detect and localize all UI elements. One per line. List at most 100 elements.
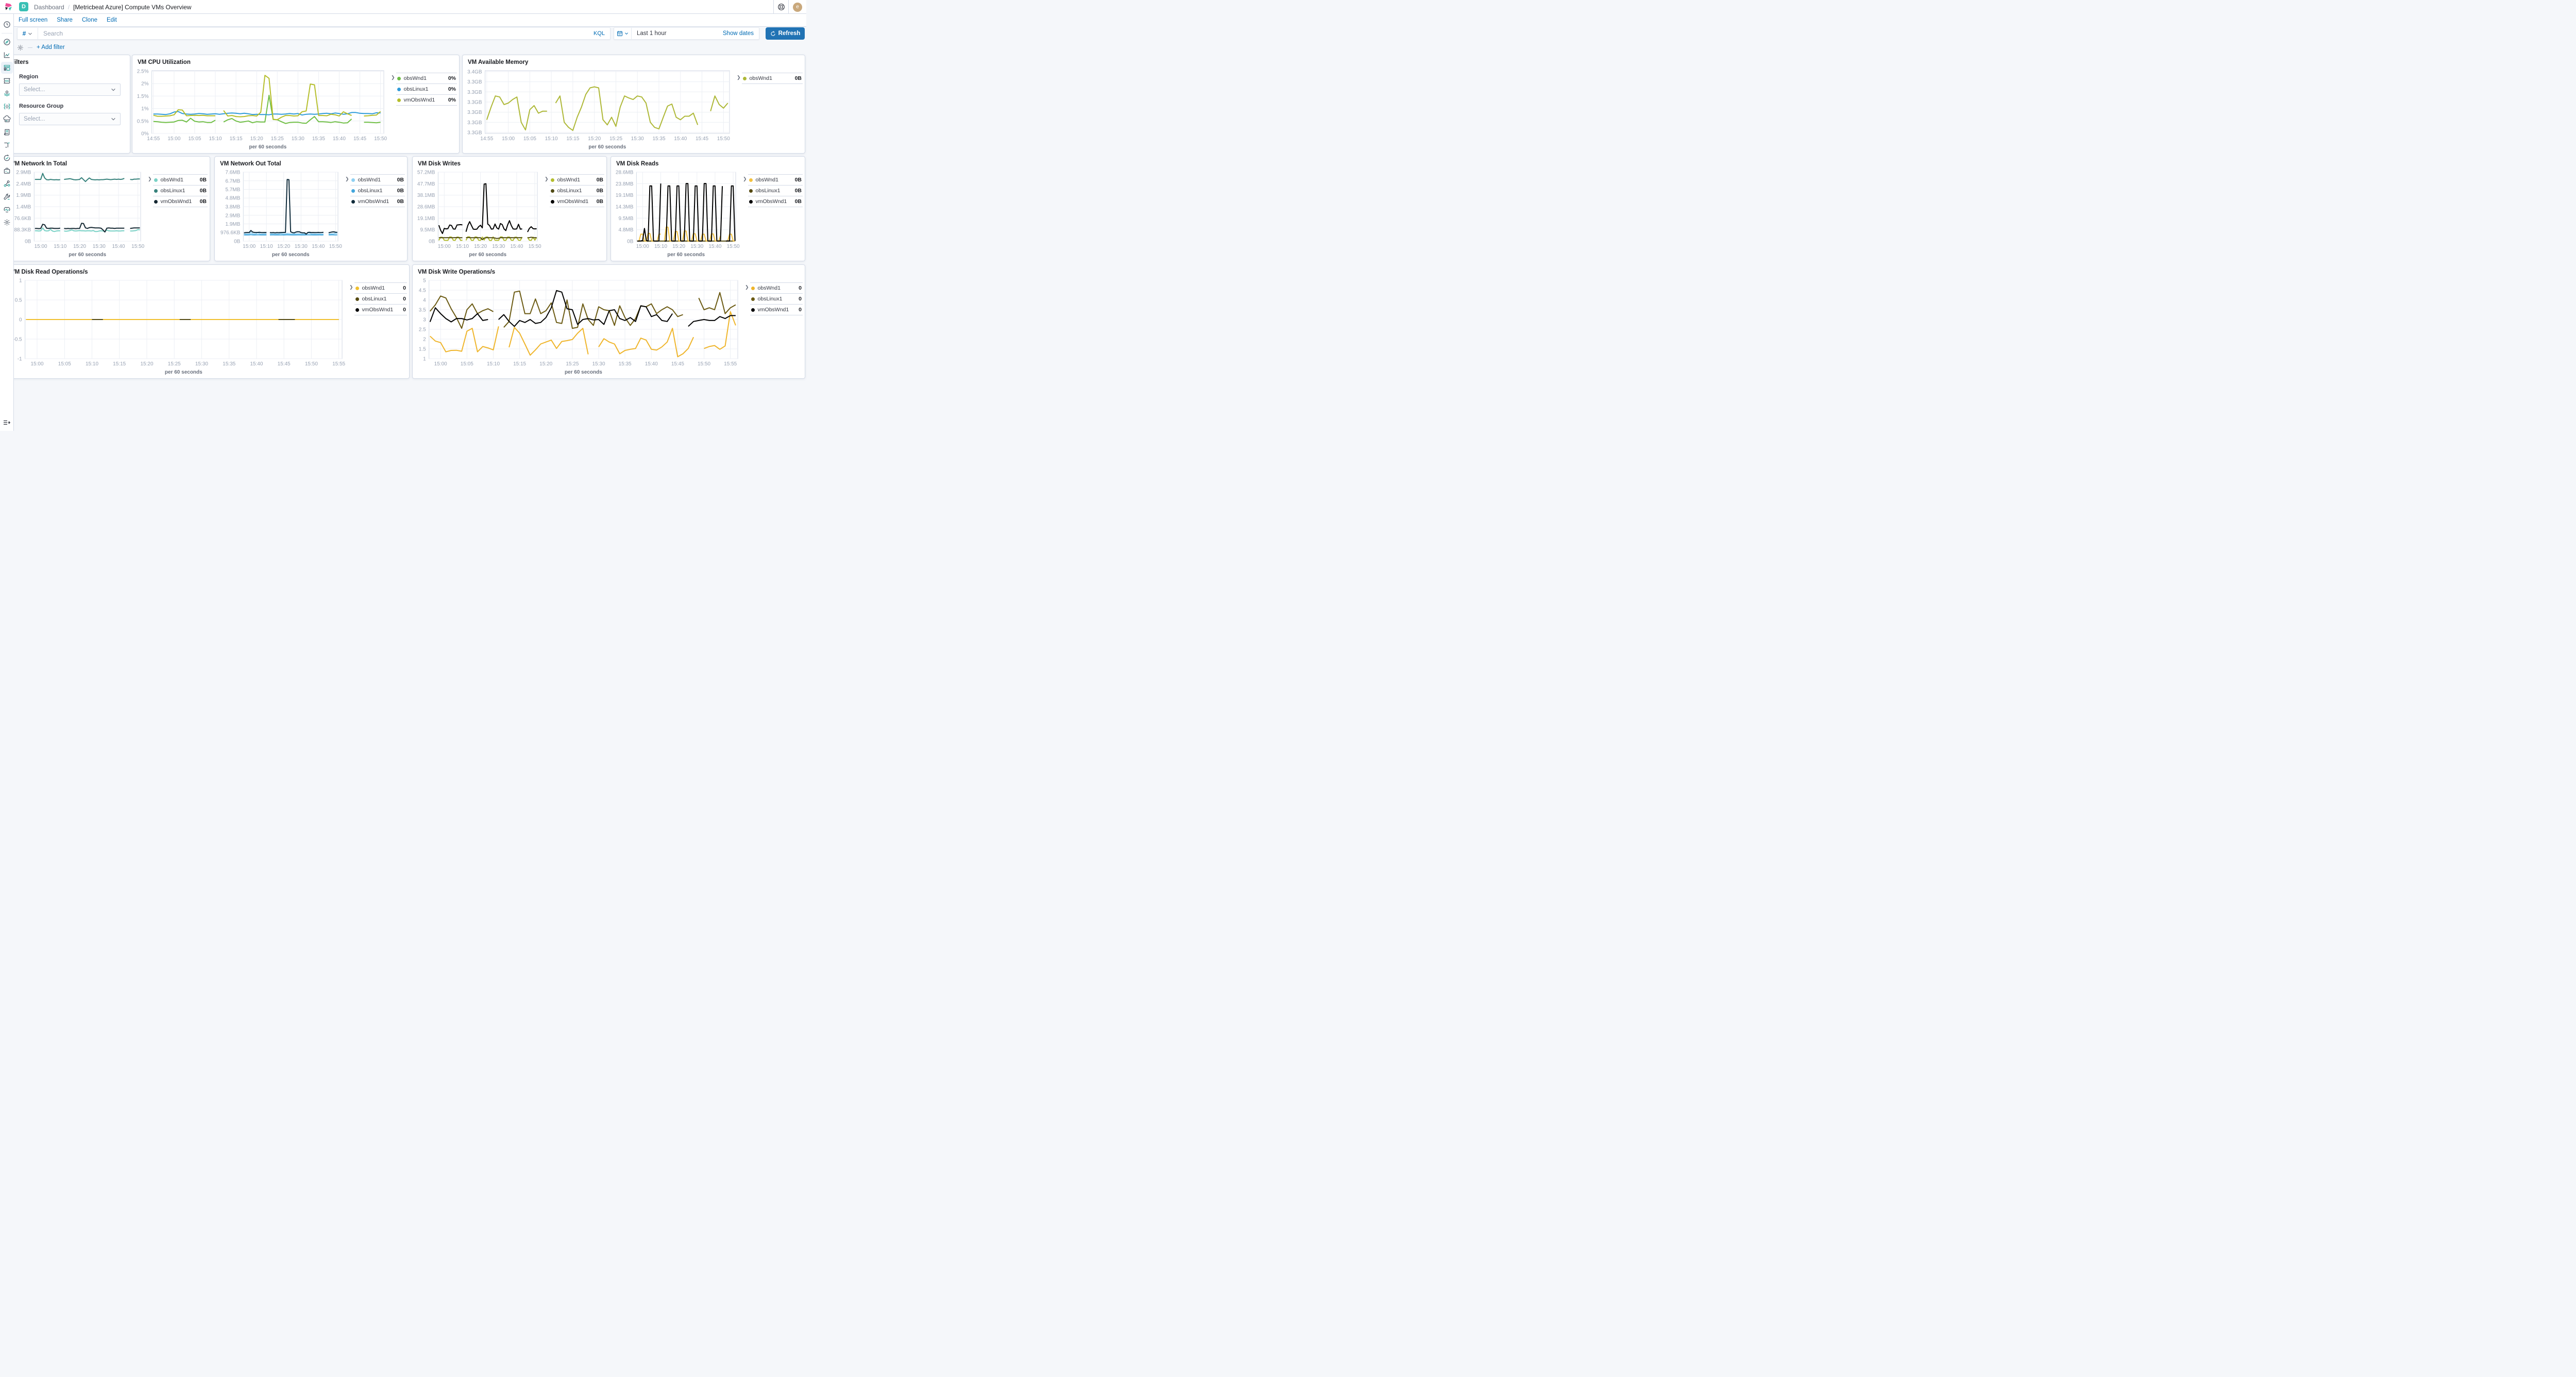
legend-toggle-icon[interactable]: ❯ xyxy=(391,73,396,80)
help-button[interactable] xyxy=(773,0,789,14)
filter-field-region: RegionSelect... xyxy=(19,74,121,96)
legend-toggle-icon[interactable]: ❯ xyxy=(148,174,153,182)
canvas-icon xyxy=(3,77,11,85)
legend-item[interactable]: obsLinux10B xyxy=(153,185,208,196)
legend-toggle-icon[interactable]: ❯ xyxy=(349,282,354,290)
legend-toggle-icon[interactable]: ❯ xyxy=(545,174,550,182)
chart-plot-area[interactable]: 15:0015:1015:2015:3015:4015:500B9.5MB19.… xyxy=(414,168,545,259)
series-name: vmObsWnd1 xyxy=(161,198,192,205)
legend-item[interactable]: obsLinux10 xyxy=(354,293,407,304)
chart-plot-area[interactable]: 14:5515:0015:0515:1015:1515:2015:2515:30… xyxy=(464,66,737,151)
chart-plot-area[interactable]: 14:5515:0015:0515:1015:1515:2015:2515:30… xyxy=(133,66,391,151)
series-color-dot xyxy=(355,308,359,312)
expand-menu-icon[interactable] xyxy=(3,418,11,427)
panel-vm-disk-writes: VM Disk Writes 15:0015:1015:2015:3015:40… xyxy=(412,156,607,261)
legend-item[interactable]: obsWnd10% xyxy=(396,73,457,83)
legend-item[interactable]: obsWnd10B xyxy=(748,174,803,185)
sidebar-item-uptime[interactable] xyxy=(1,152,13,164)
legend-toggle-icon[interactable]: ❯ xyxy=(737,73,742,80)
legend-item[interactable]: obsWnd10B xyxy=(350,174,405,185)
filter-select[interactable]: Select... xyxy=(19,83,121,96)
sidebar-item-maps[interactable] xyxy=(1,88,13,99)
chart-canvas: 14:5515:0015:0515:1015:1515:2015:2515:30… xyxy=(133,66,391,151)
saved-query-menu-button[interactable]: # xyxy=(18,28,38,39)
svg-text:15:40: 15:40 xyxy=(250,361,263,367)
filter-select[interactable]: Select... xyxy=(19,113,121,125)
svg-text:per 60 seconds: per 60 seconds xyxy=(469,252,506,258)
chart-plot-area[interactable]: 15:0015:1015:2015:3015:4015:500B976.6KB1… xyxy=(216,168,345,259)
svg-text:15:00: 15:00 xyxy=(30,361,43,367)
date-quick-select-button[interactable] xyxy=(614,28,632,39)
search-input[interactable] xyxy=(38,30,588,37)
kql-toggle[interactable]: KQL xyxy=(588,30,610,37)
legend-item[interactable]: vmObsWnd10 xyxy=(750,304,803,315)
sidebar-item-stack-monitoring[interactable] xyxy=(1,204,13,215)
space-badge[interactable]: D xyxy=(19,2,28,11)
series-value: 0 xyxy=(400,296,406,302)
svg-text:15:50: 15:50 xyxy=(305,361,318,367)
legend-item[interactable]: obsWnd10 xyxy=(750,282,803,293)
sidebar-item-recently-viewed[interactable] xyxy=(1,19,13,30)
legend-item[interactable]: obsLinux10 xyxy=(750,293,803,304)
sidebar-item-infrastructure[interactable] xyxy=(1,113,13,125)
legend-item[interactable]: obsLinux10% xyxy=(396,83,457,94)
toolbar-link-edit[interactable]: Edit xyxy=(107,17,117,23)
svg-text:15:20: 15:20 xyxy=(277,244,290,249)
legend-item[interactable]: vmObsWnd10% xyxy=(396,94,457,106)
legend-item[interactable]: obsWnd10B xyxy=(153,174,208,185)
legend-item[interactable]: obsLinux10B xyxy=(550,185,604,196)
svg-text:15:50: 15:50 xyxy=(727,244,740,249)
chart-plot-area[interactable]: 15:0015:0515:1015:1515:2015:2515:3015:35… xyxy=(7,276,349,376)
sidebar-item-apm[interactable] xyxy=(1,139,13,151)
sidebar-item-graph[interactable] xyxy=(1,178,13,190)
sidebar-item-canvas[interactable] xyxy=(1,75,13,87)
legend-item[interactable]: vmObsWnd10B xyxy=(350,196,405,207)
legend-toggle-icon[interactable]: ❯ xyxy=(743,174,748,182)
toolbar-link-full-screen[interactable]: Full screen xyxy=(19,17,47,23)
legend-toggle-icon[interactable]: ❯ xyxy=(745,282,750,290)
filter-field-label: Resource Group xyxy=(19,103,121,109)
user-avatar[interactable]: e xyxy=(793,3,802,12)
sidebar-item-dev-tools[interactable] xyxy=(1,191,13,203)
add-filter-link[interactable]: + Add filter xyxy=(37,44,65,51)
svg-text:976.6KB: 976.6KB xyxy=(221,230,241,236)
show-dates-link[interactable]: Show dates xyxy=(723,30,759,37)
toolbar-link-share[interactable]: Share xyxy=(57,17,73,23)
series-color-dot xyxy=(154,178,158,182)
legend-item[interactable]: vmObsWnd10B xyxy=(748,196,803,207)
legend-item[interactable]: vmObsWnd10 xyxy=(354,304,407,315)
svg-text:15:20: 15:20 xyxy=(140,361,153,367)
series-value: 0B xyxy=(197,188,207,194)
legend-item[interactable]: obsLinux10B xyxy=(748,185,803,196)
sidebar-item-dashboard[interactable] xyxy=(1,62,13,74)
time-range-value[interactable]: Last 1 hour xyxy=(632,30,723,37)
legend-item[interactable]: obsWnd10B xyxy=(742,73,803,84)
svg-text:0.5%: 0.5% xyxy=(137,119,149,124)
legend-item[interactable]: vmObsWnd10B xyxy=(153,196,208,207)
chart-plot-area[interactable]: 15:0015:1015:2015:3015:4015:500B4.8MB9.5… xyxy=(612,168,743,259)
sidebar-item-machine-learning[interactable] xyxy=(1,100,13,112)
sidebar-item-discover[interactable] xyxy=(1,36,13,48)
sidebar-item-siem[interactable] xyxy=(1,165,13,177)
sidebar-item-stack-management[interactable] xyxy=(1,216,13,228)
elastic-logo-icon[interactable] xyxy=(4,3,13,11)
svg-text:15:25: 15:25 xyxy=(609,136,622,142)
sidebar-item-visualize[interactable] xyxy=(1,49,13,61)
legend-toggle-icon[interactable]: ❯ xyxy=(345,174,350,182)
breadcrumb-dashboard[interactable]: Dashboard xyxy=(34,4,64,11)
chart-canvas: 15:0015:1015:2015:3015:4015:500B976.6KB1… xyxy=(216,168,345,259)
toolbar-link-clone[interactable]: Clone xyxy=(82,17,97,23)
sidebar-item-logs[interactable] xyxy=(1,126,13,138)
series-value: 0B xyxy=(394,198,404,205)
legend-item[interactable]: vmObsWnd10B xyxy=(550,196,604,207)
refresh-button[interactable]: Refresh xyxy=(766,27,805,40)
chart-plot-area[interactable]: 15:0015:1015:2015:3015:4015:500B488.3KB9… xyxy=(7,168,148,259)
legend-item[interactable]: obsWnd10 xyxy=(354,282,407,293)
legend-item[interactable]: obsWnd10B xyxy=(550,174,604,185)
svg-text:0: 0 xyxy=(19,317,22,323)
chart-plot-area[interactable]: 15:0015:0515:1015:1515:2015:2515:3015:35… xyxy=(414,276,745,376)
filter-options-button[interactable] xyxy=(17,44,24,51)
legend-item[interactable]: obsLinux10B xyxy=(350,185,405,196)
svg-text:0B: 0B xyxy=(234,239,241,245)
date-picker: Last 1 hour Show dates xyxy=(614,27,759,40)
